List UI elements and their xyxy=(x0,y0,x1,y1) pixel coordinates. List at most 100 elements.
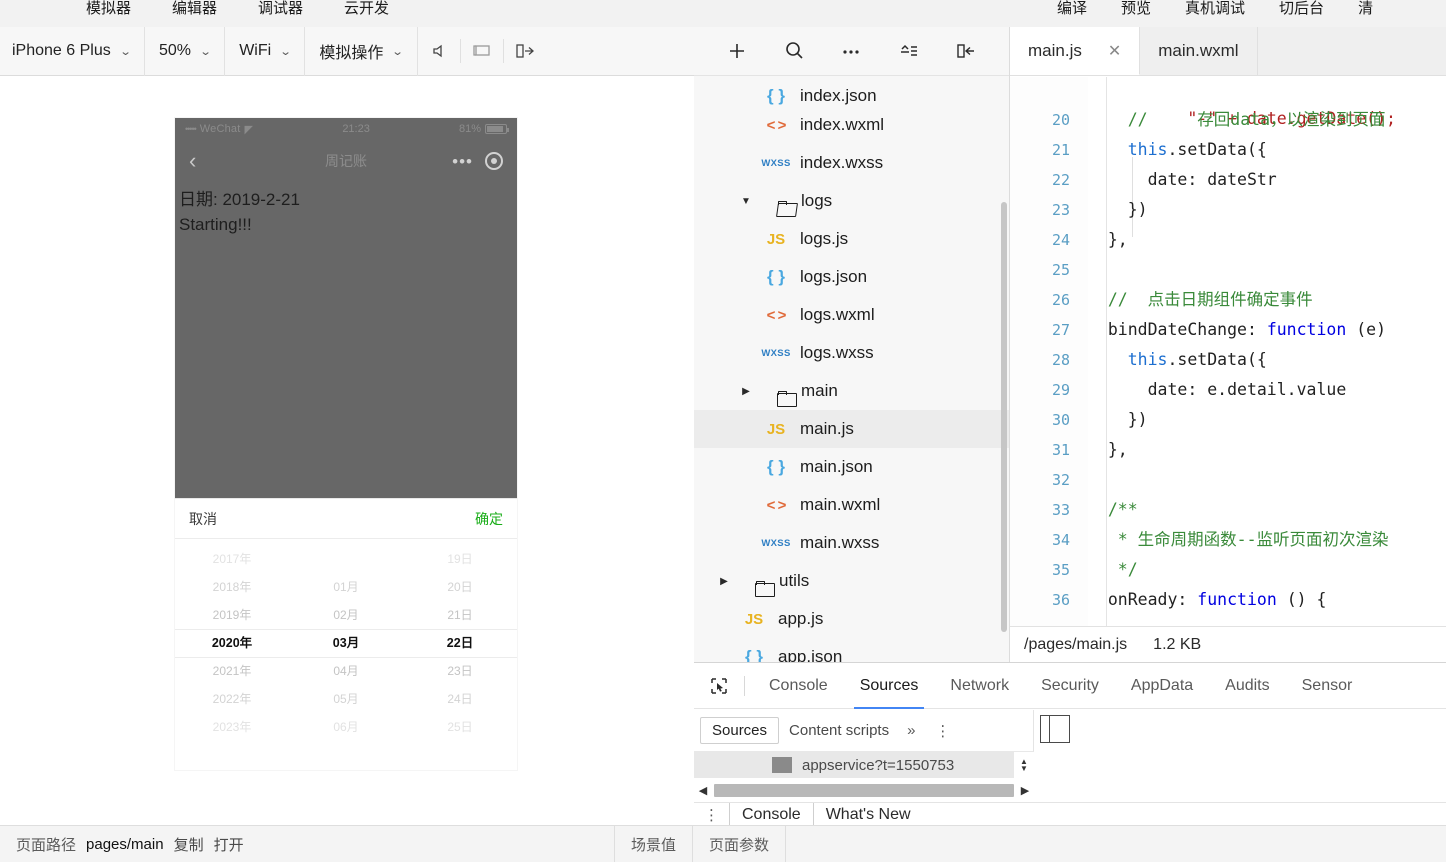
menu-item-clear[interactable]: 清 xyxy=(1358,0,1373,18)
network-select[interactable]: WiFi ⌄ xyxy=(225,26,306,76)
tree-folder-row[interactable]: ▶ utils xyxy=(694,562,1009,600)
code-line[interactable]: }) xyxy=(1088,195,1446,225)
picker-item-day[interactable]: 25日 xyxy=(447,713,472,741)
devtools-tab-sources[interactable]: Sources xyxy=(844,663,935,709)
drawer-tab-whats-new[interactable]: What's New xyxy=(814,803,923,826)
picker-cancel-button[interactable]: 取消 xyxy=(189,509,217,529)
mute-icon[interactable] xyxy=(418,27,460,76)
picker-column-day[interactable]: 19日 20日 21日 22日 23日 24日 25日 xyxy=(403,539,517,770)
tree-file-row[interactable]: { } main.json xyxy=(694,448,1009,486)
scroll-down-icon[interactable]: ▼ xyxy=(1020,764,1028,772)
code-line[interactable]: date: dateStr xyxy=(1088,165,1446,195)
picker-item-year[interactable]: 2017年 xyxy=(213,545,252,573)
tree-file-row[interactable]: < > main.wxml xyxy=(694,486,1009,524)
picker-item-year[interactable]: 2022年 xyxy=(213,685,252,713)
copy-button[interactable]: 复制 xyxy=(174,834,204,855)
panel-left-icon[interactable] xyxy=(949,31,983,71)
picker-item-day[interactable]: 23日 xyxy=(447,657,472,685)
picker-item-month[interactable]: 06月 xyxy=(333,713,358,741)
tree-file-row[interactable]: { } logs.json xyxy=(694,258,1009,296)
add-icon[interactable] xyxy=(720,31,754,71)
simulate-action-select[interactable]: 模拟操作 ⌄ xyxy=(305,26,418,76)
chevron-down-icon[interactable]: ▼ xyxy=(739,196,753,207)
code-line[interactable] xyxy=(1088,255,1446,285)
picker-item-month[interactable]: 03月 xyxy=(333,629,359,657)
screen-icon[interactable] xyxy=(461,27,503,76)
device-select[interactable]: iPhone 6 Plus ⌄ xyxy=(0,26,145,76)
more-icon[interactable] xyxy=(834,31,868,71)
picker-item-day[interactable]: 21日 xyxy=(447,601,472,629)
menu-item-preview[interactable]: 预览 xyxy=(1121,0,1151,18)
more-icon[interactable]: ••• xyxy=(452,153,473,170)
target-icon[interactable] xyxy=(485,152,503,170)
collapse-all-icon[interactable] xyxy=(892,31,926,71)
tree-file-row[interactable]: WXSS logs.wxss xyxy=(694,334,1009,372)
zoom-select[interactable]: 50% ⌄ xyxy=(145,26,226,76)
tree-file-row[interactable]: < > index.wxml xyxy=(694,106,1009,144)
file-tree[interactable]: { } index.json < > index.wxml WXSS index.wxss… xyxy=(694,77,1009,662)
chevron-right-icon[interactable]: ▶ xyxy=(739,386,753,397)
collapse-sidebar-icon[interactable] xyxy=(1040,715,1070,743)
devtools-subtab-content-scripts[interactable]: Content scripts xyxy=(779,722,899,739)
devtools-tab-appdata[interactable]: AppData xyxy=(1115,663,1209,709)
scene-value-segment[interactable]: 场景值 xyxy=(615,826,692,862)
picker-confirm-button[interactable]: 确定 xyxy=(475,509,503,529)
code-line[interactable]: this.setData({ xyxy=(1088,345,1446,375)
tree-file-row[interactable]: WXSS main.wxss xyxy=(694,524,1009,562)
code-line[interactable]: onReady: function () { xyxy=(1088,585,1446,615)
code-line[interactable]: */ xyxy=(1088,555,1446,585)
devtools-tab-security[interactable]: Security xyxy=(1025,663,1115,709)
code-line[interactable]: }, xyxy=(1088,435,1446,465)
kebab-menu-icon[interactable]: ⋮ xyxy=(694,806,729,824)
devtools-subtab-sources[interactable]: Sources xyxy=(700,717,780,744)
code-line[interactable] xyxy=(1088,465,1446,495)
chevron-right-icon[interactable]: ▶ xyxy=(717,576,731,587)
tree-file-row[interactable]: { } app.json xyxy=(694,638,1009,662)
picker-item-month[interactable]: 02月 xyxy=(333,601,358,629)
scrollbar-thumb[interactable] xyxy=(714,783,1014,797)
inspect-cursor-icon[interactable] xyxy=(702,663,736,709)
picker-item-day[interactable]: 20日 xyxy=(447,573,472,601)
page-params-segment[interactable]: 页面参数 xyxy=(693,826,785,862)
code-lines[interactable]: "-" + date.getDate(); // 存回data，以渲染到页面 t… xyxy=(1088,77,1446,626)
menu-item-editor[interactable]: 编辑器 xyxy=(172,0,217,18)
menu-item-real-device-debug[interactable]: 真机调试 xyxy=(1185,0,1245,18)
chevron-right-double-icon[interactable]: » xyxy=(899,722,923,739)
tree-file-row[interactable]: < > logs.wxml xyxy=(694,296,1009,334)
picker-item-year[interactable]: 2023年 xyxy=(213,713,252,741)
picker-item-month[interactable]: 05月 xyxy=(333,685,358,713)
open-button[interactable]: 打开 xyxy=(214,834,244,855)
code-line[interactable]: }) xyxy=(1088,405,1446,435)
editor-tab-main-js[interactable]: main.js ✕ xyxy=(1010,27,1141,75)
picker-item-month[interactable]: 01月 xyxy=(333,573,358,601)
picker-item-day[interactable]: 24日 xyxy=(447,685,472,713)
devtools-tab-sensor[interactable]: Sensor xyxy=(1286,663,1369,709)
picker-item-day[interactable]: 22日 xyxy=(447,629,473,657)
devtools-tab-network[interactable]: Network xyxy=(934,663,1025,709)
panel-right-icon[interactable] xyxy=(504,27,546,76)
devtools-horizontal-scrollbar[interactable]: ◀ ▶ xyxy=(694,779,1034,801)
picker-item-year[interactable]: 2018年 xyxy=(213,573,252,601)
menu-item-debugger[interactable]: 调试器 xyxy=(258,0,303,18)
editor-tab-main-wxml[interactable]: main.wxml xyxy=(1140,27,1258,75)
code-line[interactable]: date: e.detail.value xyxy=(1088,375,1446,405)
code-line[interactable]: /** xyxy=(1088,495,1446,525)
devtools-tab-audits[interactable]: Audits xyxy=(1209,663,1285,709)
picker-column-year[interactable]: 2017年 2018年 2019年 2020年 2021年 2022年 2023年 xyxy=(175,539,289,770)
tree-folder-row[interactable]: ▼ logs xyxy=(694,182,1009,220)
devtools-file-row[interactable]: appservice?t=1550753 ▲ ▼ xyxy=(694,752,1034,778)
search-icon[interactable] xyxy=(777,31,811,71)
code-line[interactable]: * 生命周期函数--监听页面初次渲染 xyxy=(1088,525,1446,555)
tree-file-row[interactable]: WXSS index.wxss xyxy=(694,144,1009,182)
picker-item-year[interactable]: 2019年 xyxy=(213,601,252,629)
code-line[interactable]: bindDateChange: function (e) xyxy=(1088,315,1446,345)
tree-file-row[interactable]: JS app.js xyxy=(694,600,1009,638)
code-line[interactable]: // 点击日期组件确定事件 xyxy=(1088,285,1446,315)
picker-item-year[interactable]: 2020年 xyxy=(212,629,252,657)
tree-folder-row[interactable]: ▶ main xyxy=(694,372,1009,410)
scroll-left-icon[interactable]: ◀ xyxy=(694,784,712,797)
code-line[interactable]: }, xyxy=(1088,225,1446,255)
picker-item-year[interactable]: 2021年 xyxy=(213,657,252,685)
menu-item-cloud[interactable]: 云开发 xyxy=(344,0,389,18)
tree-file-row[interactable]: { } index.json xyxy=(694,80,1009,106)
